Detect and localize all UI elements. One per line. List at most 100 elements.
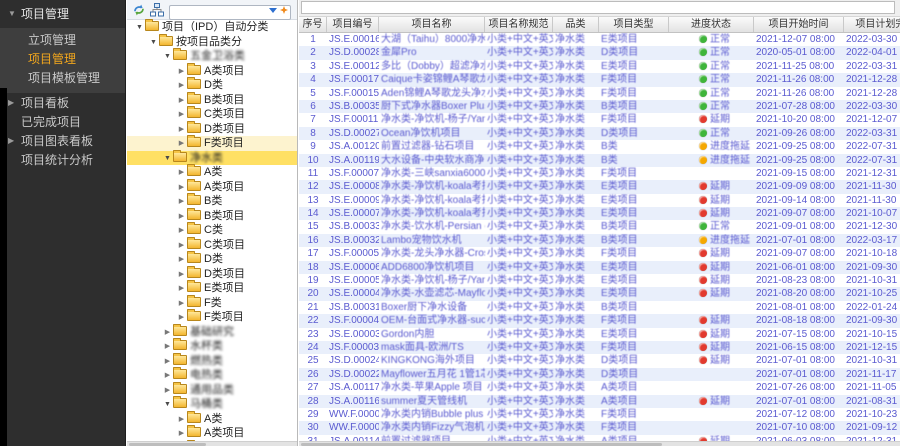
collapse-arrow-icon[interactable]: ▶ [176, 123, 187, 138]
tree-node[interactable]: ▶电热类 [127, 368, 297, 383]
tree-node[interactable]: ▶D类 [127, 252, 297, 267]
column-header-1[interactable]: 项目编号 [327, 17, 379, 32]
tree-node[interactable]: ▶A类项目 [127, 180, 297, 195]
collapse-arrow-icon[interactable]: ▶ [162, 384, 173, 399]
expand-arrow-icon[interactable]: ▼ [162, 152, 173, 167]
collapse-arrow-icon[interactable]: ▶ [176, 210, 187, 225]
table-row[interactable]: 20JS.E.00004净水类-水壶滤芯-Mayflower...小类+中文+英… [299, 287, 900, 300]
column-header-2[interactable]: 项目名称 [379, 17, 485, 32]
search-down-icon[interactable] [269, 6, 277, 14]
tree-node[interactable]: ▶F类项目 [127, 136, 297, 151]
tree-node[interactable]: ▶B类 [127, 194, 297, 209]
table-row[interactable]: 22JS.F.00004OEM-台面式净水器-succes...小类+中文+英文… [299, 314, 900, 327]
tree-node[interactable]: ▶E类项目 [127, 281, 297, 296]
tree-node[interactable]: ▶B类项目 [127, 93, 297, 108]
table-row[interactable]: 8JS.D.00027Ocean净饮机项目小类+中文+英文...净水类D类项目正… [299, 127, 900, 140]
tree-node[interactable]: ▶基础研究 [127, 325, 297, 340]
collapse-arrow-icon[interactable]: ▶ [176, 427, 187, 442]
table-row[interactable]: 29WW.F.00003净水类内销Bubble plus 气...小类+中文+英… [299, 408, 900, 421]
tree-node[interactable]: ▼净水类 [127, 151, 297, 166]
collapse-arrow-icon[interactable]: ▶ [176, 282, 187, 297]
tree-node[interactable]: ▶F类 [127, 296, 297, 311]
tree-node[interactable]: ▶D类 [127, 78, 297, 93]
column-header-6[interactable]: 进度状态 [669, 17, 754, 32]
collapse-arrow-icon[interactable]: ▶ [176, 268, 187, 283]
collapse-arrow-icon[interactable]: ▶ [176, 239, 187, 254]
tree-node[interactable]: ▶C类 [127, 223, 297, 238]
tree-node[interactable]: ▶C类项目 [127, 107, 297, 122]
table-row[interactable]: 9JS.A.00120前置过滤器-钻石项目小类+中文+英文...净水类B类进度拖… [299, 140, 900, 153]
tree-node[interactable]: ▶C类项目 [127, 238, 297, 253]
table-row[interactable]: 17JS.F.00005净水类-龙头净水器-Crossf...小类+中文+英文.… [299, 247, 900, 260]
collapse-arrow-icon[interactable]: ▶ [176, 94, 187, 109]
table-row[interactable]: 2JS.D.00028金犀Pro小类+中文+英文...净水类D类项目正常2020… [299, 46, 900, 59]
column-header-5[interactable]: 项目类型 [599, 17, 669, 32]
collapse-arrow-icon[interactable]: ▶ [162, 355, 173, 370]
table-row[interactable]: 5JS.F.00015Aden锦鲤A琴歌龙头净水器小类+中文+英文...净水类F… [299, 87, 900, 100]
sidebar-item-2[interactable]: 项目管理 [0, 50, 125, 69]
refresh-icon[interactable] [132, 3, 147, 18]
sidebar-item-1[interactable]: 立项管理 [0, 31, 125, 50]
collapse-arrow-icon[interactable]: ▶ [176, 108, 187, 123]
table-row[interactable]: 15JS.B.00033净水类-饮水机-Persian gulf...小类+中文… [299, 220, 900, 233]
column-header-0[interactable]: 序号 [299, 17, 327, 32]
collapse-arrow-icon[interactable]: ▶ [176, 79, 187, 94]
collapse-arrow-icon[interactable]: ▶ [162, 369, 173, 384]
collapse-arrow-icon[interactable]: ▶ [162, 326, 173, 341]
collapse-arrow-icon[interactable]: ▶ [176, 195, 187, 210]
expand-arrow-icon[interactable]: ▼ [162, 398, 173, 413]
tree-node[interactable]: ▶燃热类 [127, 354, 297, 369]
tree-node[interactable]: ▶A类 [127, 165, 297, 180]
collapse-arrow-icon[interactable]: ▶ [176, 253, 187, 268]
collapse-arrow-icon[interactable]: ▶ [176, 166, 187, 181]
tree-node[interactable]: ▶水杯类 [127, 339, 297, 354]
sidebar-item-3[interactable]: 项目模板管理 [0, 69, 125, 88]
column-header-7[interactable]: 项目开始时间 [754, 17, 844, 32]
collapse-arrow-icon[interactable]: ▶ [176, 224, 187, 239]
table-row[interactable]: 18JS.E.00006ADD6800净饮机项目小类+中文+英文...净水类E类… [299, 261, 900, 274]
collapse-arrow-icon[interactable]: ▶ [176, 297, 187, 312]
tree-node[interactable]: ▶A类项目 [127, 64, 297, 79]
tree-node[interactable]: ▶通用品类 [127, 383, 297, 398]
expand-arrow-icon[interactable]: ▼ [148, 36, 159, 51]
table-hscrollbar[interactable] [299, 441, 900, 446]
collapse-arrow-icon[interactable]: ▶ [176, 181, 187, 196]
table-row[interactable]: 12JS.E.00008净水类-净饮机-koala考拉-...小类+中文+英文.… [299, 180, 900, 193]
sidebar-item-5[interactable]: 已完成项目 [0, 113, 125, 131]
table-row[interactable]: 14JS.E.00007净水类-净饮机-koala考拉-...小类+中文+英文.… [299, 207, 900, 220]
table-row[interactable]: 13JS.E.00009净水类-净饮机-koala考拉-...小类+中文+英文.… [299, 194, 900, 207]
collapse-arrow-icon[interactable]: ▶ [162, 340, 173, 355]
hierarchy-icon[interactable] [150, 3, 165, 18]
table-row[interactable]: 7JS.F.00011净水类-净饮机-杨子/Yangtze...小类+中文+英文… [299, 113, 900, 126]
tree-hscrollbar[interactable] [127, 441, 297, 446]
collapse-arrow-icon[interactable]: ▶ [176, 413, 187, 428]
table-row[interactable]: 11JS.F.00007净水类-三峡sanxia6000/70...小类+中文+… [299, 167, 900, 180]
sidebar-item-0[interactable]: ▼项目管理 [0, 0, 125, 28]
column-header-4[interactable]: 品类 [553, 17, 599, 32]
table-row[interactable]: 25JS.D.00024KINGKONG海外项目小类+中文+英文...净水类D类… [299, 354, 900, 367]
table-row[interactable]: 30WW.F.00002净水类内销Fizzy气泡机小类+中文+英文...净水类F… [299, 421, 900, 434]
table-row[interactable]: 3JS.E.00012多比（Dobby）超滤净水机小类+中文+英文...净水类E… [299, 60, 900, 73]
table-row[interactable]: 10JS.A.00119大水设备-中央软水商净（钻...小类+中文+英文...净… [299, 154, 900, 167]
column-header-3[interactable]: 项目名称规范 [485, 17, 553, 32]
table-row[interactable]: 26JS.D.00022Mayflower五月花 1管1芯...小类+中文+英文… [299, 368, 900, 381]
tree-node[interactable]: ▼项目（IPD）自动分类 [127, 20, 297, 35]
table-row[interactable]: 19JS.E.00005净水类-净饮机-杨子/Yangtze...小类+中文+英… [299, 274, 900, 287]
table-row[interactable]: 27JS.A.00117净水类-苹果Apple 项目小类+中文+英文...净水类… [299, 381, 900, 394]
table-row[interactable]: 6JS.B.00035厨下式净水器Boxer Plus小类+中文+英文...净水… [299, 100, 900, 113]
table-row[interactable]: 23JS.E.00003Gordon内胆小类+中文+英文...净水类E类项目延期… [299, 328, 900, 341]
tree-node[interactable]: ▶D类项目 [127, 122, 297, 137]
table-row[interactable]: 4JS.F.00017Caique卡姿锦鲤A琴歌龙头...小类+中文+英文...… [299, 73, 900, 86]
table-filter-input[interactable] [301, 1, 895, 14]
expand-arrow-icon[interactable]: ▼ [134, 21, 145, 36]
collapse-arrow-icon[interactable]: ▶ [176, 65, 187, 80]
tree-node[interactable]: ▶B类项目 [127, 209, 297, 224]
table-row[interactable]: 16JS.B.00032Lambo宠物饮水机小类+中文+英文...净水类B类项目… [299, 234, 900, 247]
tree-node[interactable]: ▶F类项目 [127, 310, 297, 325]
tree-node[interactable]: ▼马桶类 [127, 397, 297, 412]
table-row[interactable]: 1JS.E.00016大湖（Taihu）8000净水机小类+中文+英文...净水… [299, 33, 900, 46]
table-row[interactable]: 24JS.F.00003mask面具-欧洲/TS小类+中文+英文...净水类F类… [299, 341, 900, 354]
tree-node[interactable]: ▼五金卫浴类 [127, 49, 297, 64]
tree-node[interactable]: ▼按项目品类分 [127, 35, 297, 50]
table-row[interactable]: 28JS.A.00116summer夏天管线机小类+中文+英文...净水类A类项… [299, 395, 900, 408]
